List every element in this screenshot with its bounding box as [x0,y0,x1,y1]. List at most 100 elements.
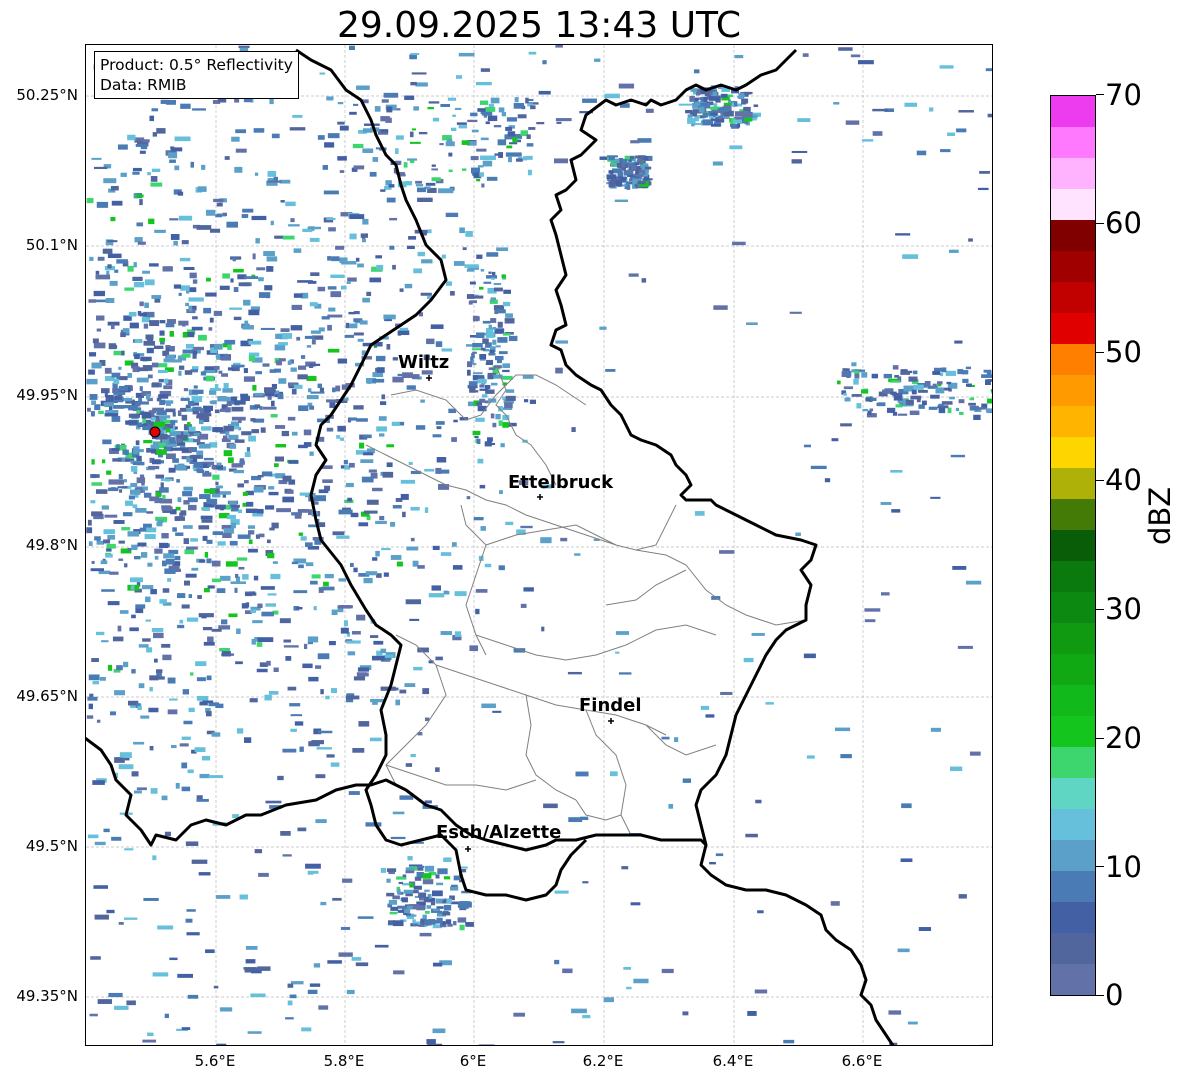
echo-cell [438,469,450,474]
echo-cell [337,156,347,161]
echo-cell [350,512,359,518]
echo-cell [282,748,297,753]
echo-cell [479,384,485,388]
echo-cell [198,872,211,876]
echo-cell [290,714,303,717]
echo-cell [339,125,349,131]
echo-cell [232,257,236,262]
echo-cell [267,593,277,596]
echo-cell [293,248,302,253]
echo-cell [150,416,156,421]
echo-cell [253,486,264,493]
radar-map[interactable]: Wiltz Ettelbruck Findel Esch/Alzette [85,44,993,1046]
echo-cell [206,498,218,505]
echo-cell [487,437,493,442]
echo-cell [502,363,511,369]
echo-cell [183,580,191,586]
echo-cell [375,255,383,259]
echo-cell [400,493,409,500]
echo-cell [130,585,135,590]
echo-cell [87,519,92,526]
echo-cell [504,402,513,409]
echo-cell [266,266,274,272]
echo-cell [193,432,200,436]
echo-cell [173,284,182,289]
echo-cell [309,451,314,456]
echo-cell [205,292,217,297]
echo-cell [480,68,490,72]
echo-cell [543,803,558,809]
echo-cell [418,892,427,898]
lat-tick-label: 49.35°N [16,987,78,1005]
echo-cell [709,861,716,865]
echo-cell [219,491,231,495]
echo-cell [165,323,175,328]
echo-cell [410,81,417,86]
echo-cell [476,332,485,339]
echo-cell [202,626,213,631]
echo-cell [161,795,168,801]
echo-cell [474,435,479,439]
echo-cell [734,54,744,59]
echo-cell [491,277,495,280]
echo-cell [290,325,303,331]
echo-cell [308,676,319,682]
echo-cell [90,500,96,504]
echo-cell [181,604,190,609]
colorbar-segment [1051,188,1095,220]
echo-cell [265,800,282,804]
district-boundaries [365,364,807,836]
echo-cell [376,367,385,373]
echo-cell [147,172,151,176]
echo-cell [419,932,432,937]
echo-cell [289,994,297,999]
echo-cell [102,248,113,254]
echo-cell [413,268,423,274]
echo-cell [480,137,489,141]
echo-cell [397,330,410,336]
echo-cell [802,53,809,57]
echo-cell [190,672,194,676]
lon-tick-label: 5.6°E [194,1052,236,1070]
echo-cell [297,365,307,370]
echo-cell [890,391,897,395]
echo-cell [349,562,354,567]
echo-cell [152,972,169,977]
echo-cell [149,263,159,267]
echo-cell [177,191,184,196]
echo-cell [211,732,221,737]
echo-cell [555,118,572,122]
echo-cell [479,354,487,360]
echo-cell [738,93,745,100]
echo-cell [168,467,176,473]
echo-cell [197,595,202,599]
echo-cell [127,134,136,141]
echo-cell [230,396,238,401]
echo-cell [869,408,874,412]
echo-cell [360,459,374,463]
echo-cell [352,143,364,149]
echo-cell [326,754,335,758]
echo-cell [152,132,158,137]
echo-cell [498,351,508,355]
echo-cell [415,184,424,187]
echo-cell [108,479,120,485]
echo-cell [229,540,238,546]
echo-cell [91,157,102,160]
echo-cell [165,443,177,447]
echo-cell [582,98,597,103]
echo-cell [386,197,396,203]
data-source-label: Data: RMIB [100,76,187,94]
echo-cell [872,131,883,136]
echo-cell [231,364,245,368]
echo-cell [568,817,583,823]
echo-cell [187,994,199,999]
echo-cell [311,339,316,345]
echo-cell [111,200,123,206]
echo-cell [208,327,213,331]
echo-cell [492,339,497,345]
echo-cell [497,139,507,146]
echo-cell [177,624,185,629]
echo-cell [615,631,630,635]
echo-cell [216,588,226,594]
